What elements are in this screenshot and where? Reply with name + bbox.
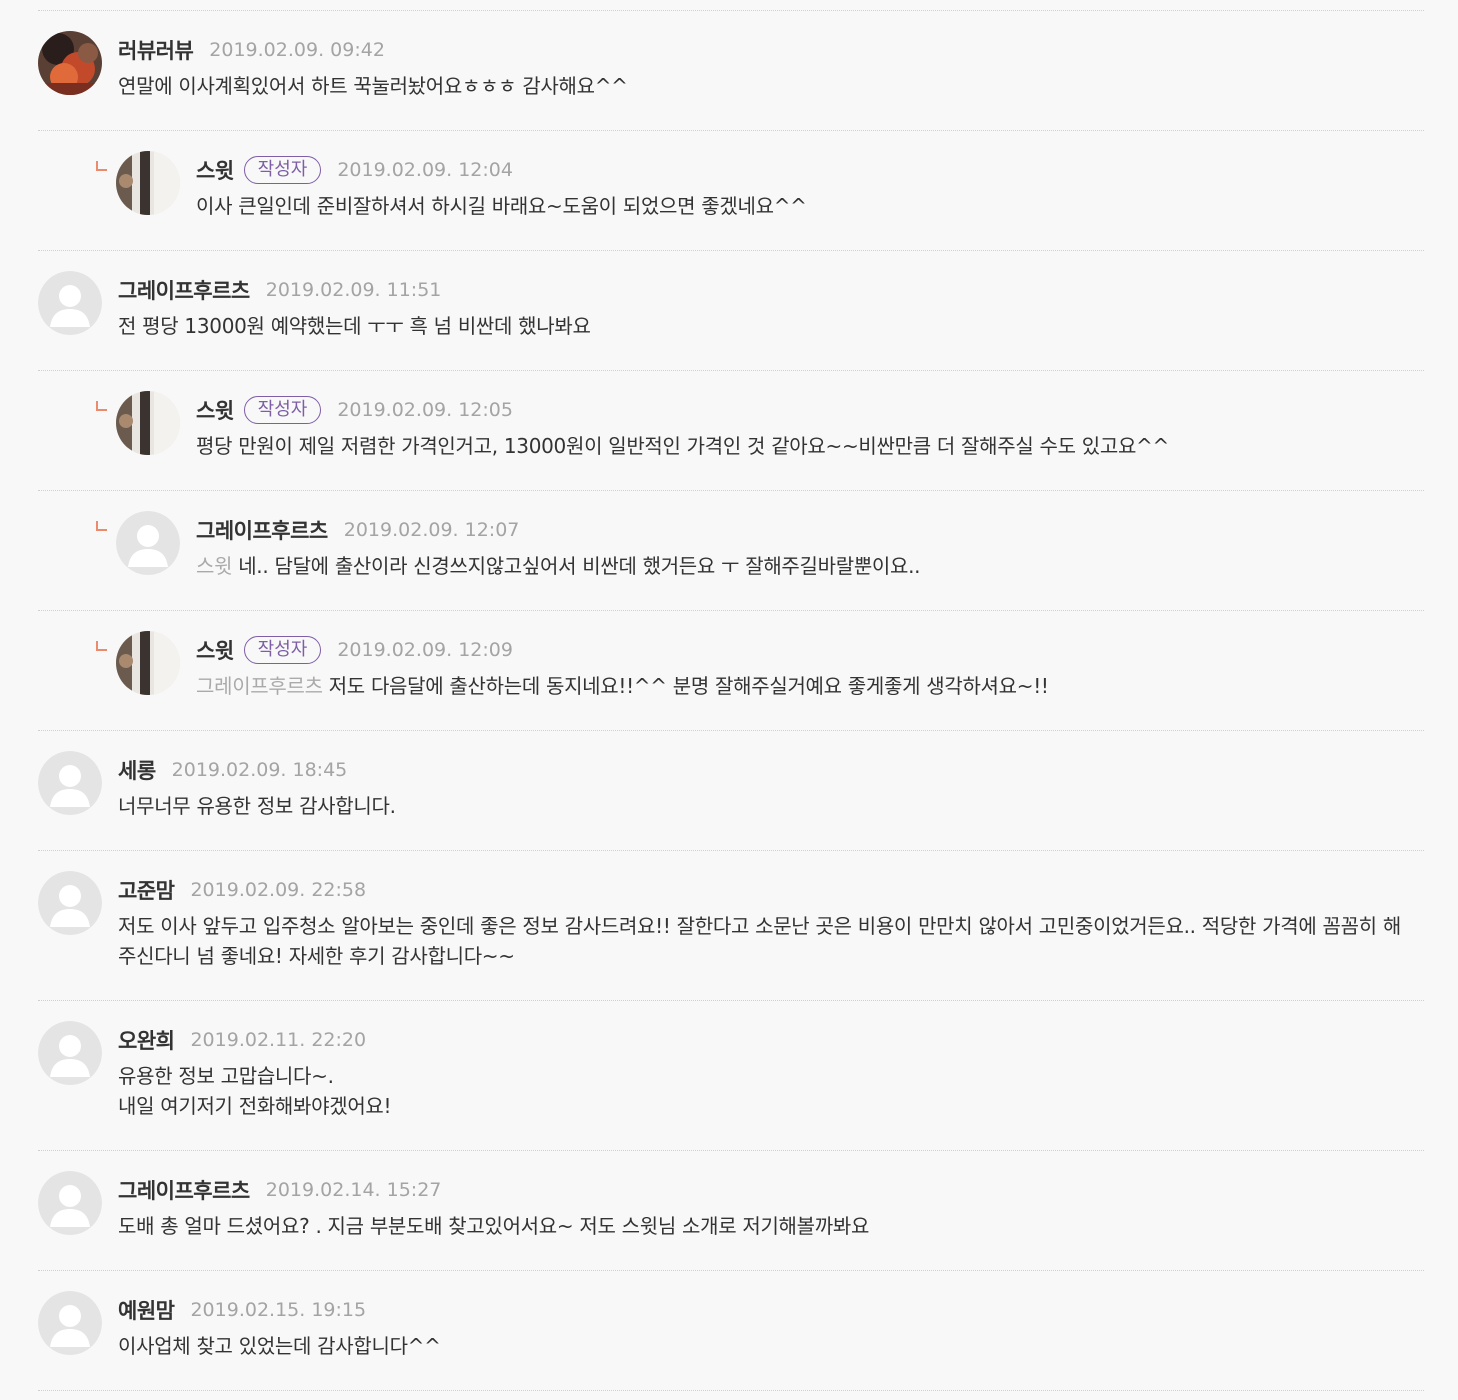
comment-date: 2019.02.09. 12:09: [337, 639, 513, 661]
reply-item: 스윗 작성자 2019.02.09. 12:05 평당 만원이 제일 저렴한 가…: [38, 371, 1424, 491]
reply-arrow-icon: [96, 161, 107, 171]
comment-list: 러뷰러뷰 2019.02.09. 09:42 연말에 이사계획있어서 하트 꾹눌…: [38, 10, 1424, 1391]
comment-text: 이사업체 찾고 있었는데 감사합니다^^: [118, 1334, 441, 1358]
comment-item: 러뷰러뷰 2019.02.09. 09:42 연말에 이사계획있어서 하트 꾹눌…: [38, 11, 1424, 131]
reply-arrow-icon: [96, 641, 107, 651]
user-photo-avatar[interactable]: [38, 31, 102, 95]
comment-text: 전 평당 13000원 예약했는데 ㅜㅜ 흑 넘 비싼데 했나봐요: [118, 314, 591, 338]
comment-author[interactable]: 그레이프후르츠: [196, 515, 328, 545]
comment-date: 2019.02.09. 12:04: [337, 159, 513, 181]
reply-item: 그레이프후르츠 2019.02.09. 12:07 스윗 네.. 담달에 출산이라…: [38, 491, 1424, 611]
comment-item: 고준맘 2019.02.09. 22:58 저도 이사 앞두고 입주청소 알아보…: [38, 851, 1424, 1001]
comment-item: 세롱 2019.02.09. 18:45 너무너무 유용한 정보 감사합니다.: [38, 731, 1424, 851]
default-user-icon[interactable]: [38, 1291, 102, 1355]
comment-text: 그레이프후르츠 저도 다음달에 출산하는데 동지네요!!^^ 분명 잘해주실거예요…: [196, 669, 1424, 701]
author-badge: 작성자: [243, 156, 322, 184]
comment-text-line: 유용한 정보 고맙습니다~.: [118, 1064, 334, 1088]
comment-text: 유용한 정보 고맙습니다~. 내일 여기저기 전화해봐야겠어요!: [118, 1059, 1424, 1121]
comment-author[interactable]: 스윗: [196, 395, 234, 425]
comment-date: 2019.02.09. 09:42: [209, 39, 385, 61]
comment-author[interactable]: 예원맘: [118, 1295, 175, 1325]
comment-text: 저도 이사 앞두고 입주청소 알아보는 중인데 좋은 정보 감사드려요!! 잘한…: [118, 914, 1401, 968]
comment-date: 2019.02.09. 18:45: [171, 759, 348, 781]
comment-text: 너무너무 유용한 정보 감사합니다.: [118, 794, 396, 818]
comment-author[interactable]: 스윗: [196, 155, 234, 185]
author-photo-avatar[interactable]: [116, 391, 180, 455]
comment-item: 그레이프후르츠 2019.02.14. 15:27 도배 총 얼마 드셨어요? …: [38, 1151, 1424, 1271]
default-user-icon[interactable]: [38, 871, 102, 935]
comment-item: 예원맘 2019.02.15. 19:15 이사업체 찾고 있었는데 감사합니다…: [38, 1271, 1424, 1391]
mention-link[interactable]: 스윗: [196, 554, 233, 578]
comment-date: 2019.02.09. 11:51: [265, 279, 442, 301]
comment-text-line: 내일 여기저기 전화해봐야겠어요!: [118, 1094, 392, 1118]
author-photo-avatar[interactable]: [116, 151, 180, 215]
comment-date: 2019.02.14. 15:27: [265, 1179, 442, 1201]
default-user-icon[interactable]: [38, 271, 102, 335]
comment-author[interactable]: 세롱: [118, 755, 156, 785]
comment-text: 이사 큰일인데 준비잘하셔서 하시길 바래요~도움이 되었으면 좋겠네요^^: [196, 194, 807, 218]
comment-date: 2019.02.09. 12:07: [343, 519, 520, 541]
comment-date: 2019.02.09. 22:58: [190, 879, 367, 901]
comment-text: 연말에 이사계획있어서 하트 꾹눌러놨어요ㅎㅎㅎ 감사해요^^: [118, 74, 628, 98]
comment-body: 저도 다음달에 출산하는데 동지네요!!^^ 분명 잘해주실거예요 좋게좋게 생…: [328, 674, 1049, 698]
comment-author[interactable]: 스윗: [196, 635, 234, 665]
comment-date: 2019.02.15. 19:15: [190, 1299, 367, 1321]
comment-date: 2019.02.09. 12:05: [337, 399, 513, 421]
mention-link[interactable]: 그레이프후르츠: [196, 674, 323, 698]
reply-arrow-icon: [96, 401, 107, 411]
comment-author[interactable]: 그레이프후르츠: [118, 1175, 250, 1205]
default-user-icon[interactable]: [116, 511, 180, 575]
reply-item: 스윗 작성자 2019.02.09. 12:09 그레이프후르츠 저도 다음달에 …: [38, 611, 1424, 731]
comment-author[interactable]: 오완희: [118, 1025, 175, 1055]
default-user-icon[interactable]: [38, 1171, 102, 1235]
default-user-icon[interactable]: [38, 751, 102, 815]
comment-author[interactable]: 러뷰러뷰: [118, 35, 194, 65]
author-badge: 작성자: [243, 636, 322, 664]
default-user-icon[interactable]: [38, 1021, 102, 1085]
comment-author[interactable]: 고준맘: [118, 875, 175, 905]
comment-text: 평당 만원이 제일 저렴한 가격인거고, 13000원이 일반적인 가격인 것 …: [196, 434, 1169, 458]
comment-text: 스윗 네.. 담달에 출산이라 신경쓰지않고싶어서 비싼데 했거든요 ㅜ 잘해주길…: [196, 549, 1424, 581]
comment-date: 2019.02.11. 22:20: [190, 1029, 367, 1051]
comment-body: 네.. 담달에 출산이라 신경쓰지않고싶어서 비싼데 했거든요 ㅜ 잘해주길바랄…: [238, 554, 921, 578]
author-badge: 작성자: [243, 396, 322, 424]
comment-text: 도배 총 얼마 드셨어요? . 지금 부분도배 찾고있어서요~ 저도 스윗님 소…: [118, 1214, 870, 1238]
reply-item: 스윗 작성자 2019.02.09. 12:04 이사 큰일인데 준비잘하셔서 …: [38, 131, 1424, 251]
author-photo-avatar[interactable]: [116, 631, 180, 695]
reply-arrow-icon: [96, 521, 107, 531]
comment-author[interactable]: 그레이프후르츠: [118, 275, 250, 305]
comment-item: 그레이프후르츠 2019.02.09. 11:51 전 평당 13000원 예약…: [38, 251, 1424, 371]
comment-item: 오완희 2019.02.11. 22:20 유용한 정보 고맙습니다~. 내일 …: [38, 1001, 1424, 1151]
